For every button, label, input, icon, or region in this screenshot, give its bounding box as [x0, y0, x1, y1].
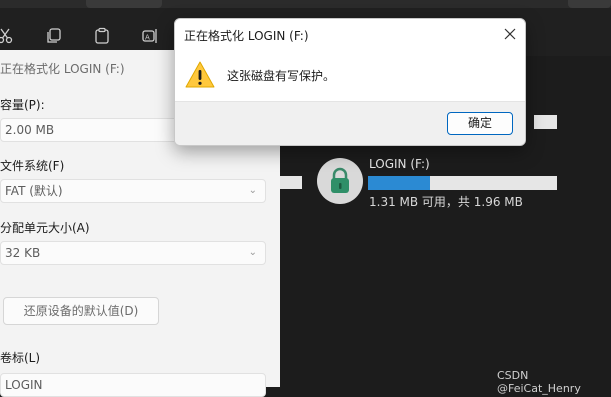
capacity-value: 2.00 MB	[5, 123, 55, 137]
filesystem-label: 文件系统(F)	[0, 159, 65, 173]
copy-icon[interactable]	[44, 26, 64, 46]
message-box-title: 正在格式化 LOGIN (F:)	[184, 29, 309, 43]
tab-hint	[568, 0, 611, 8]
svg-text:A: A	[145, 34, 150, 42]
volume-label-value: LOGIN	[5, 378, 43, 392]
message-text: 这张磁盘有写保护。	[227, 69, 336, 83]
ok-button[interactable]: 确定	[447, 112, 513, 135]
drive-lock-icon[interactable]	[317, 158, 363, 204]
message-box-titlebar: 正在格式化 LOGIN (F:)	[175, 19, 525, 49]
drive-name[interactable]: LOGIN (F:)	[369, 157, 430, 171]
message-box-footer: 确定	[175, 101, 525, 145]
tab-hint	[86, 0, 162, 8]
restore-defaults-button[interactable]: 还原设备的默认值(D)	[3, 297, 159, 325]
close-icon[interactable]	[499, 23, 521, 45]
drive-usage-fill	[368, 176, 431, 190]
allocation-label: 分配单元大小(A)	[0, 221, 90, 235]
drive-usage-bar	[368, 176, 557, 190]
allocation-value: 32 KB	[5, 246, 41, 260]
drive-bar-partial	[280, 176, 302, 189]
allocation-select[interactable]: 32 KB ⌄	[0, 241, 266, 265]
capacity-label: 容量(P):	[0, 98, 45, 112]
chevron-down-icon: ⌄	[248, 185, 257, 196]
volume-label-input[interactable]: LOGIN	[0, 373, 266, 397]
write-protect-message-box: 正在格式化 LOGIN (F:) 这张磁盘有写保护。 确定	[174, 18, 526, 146]
paste-icon[interactable]	[92, 26, 112, 46]
drive-free-space: 1.31 MB 可用，共 1.96 MB	[369, 195, 523, 209]
rename-icon[interactable]: A	[140, 26, 160, 46]
filesystem-select[interactable]: FAT (默认) ⌄	[0, 179, 266, 203]
volume-label-label: 卷标(L)	[0, 351, 41, 365]
watermark: CSDN @FeiCat_Henry	[497, 369, 581, 395]
chevron-down-icon: ⌄	[248, 247, 257, 258]
warning-icon	[185, 60, 215, 90]
format-dialog-title: 正在格式化 LOGIN (F:)	[0, 62, 125, 76]
cut-icon[interactable]	[0, 26, 16, 46]
drive-bar-partial	[534, 115, 557, 129]
filesystem-value: FAT (默认)	[5, 184, 63, 198]
